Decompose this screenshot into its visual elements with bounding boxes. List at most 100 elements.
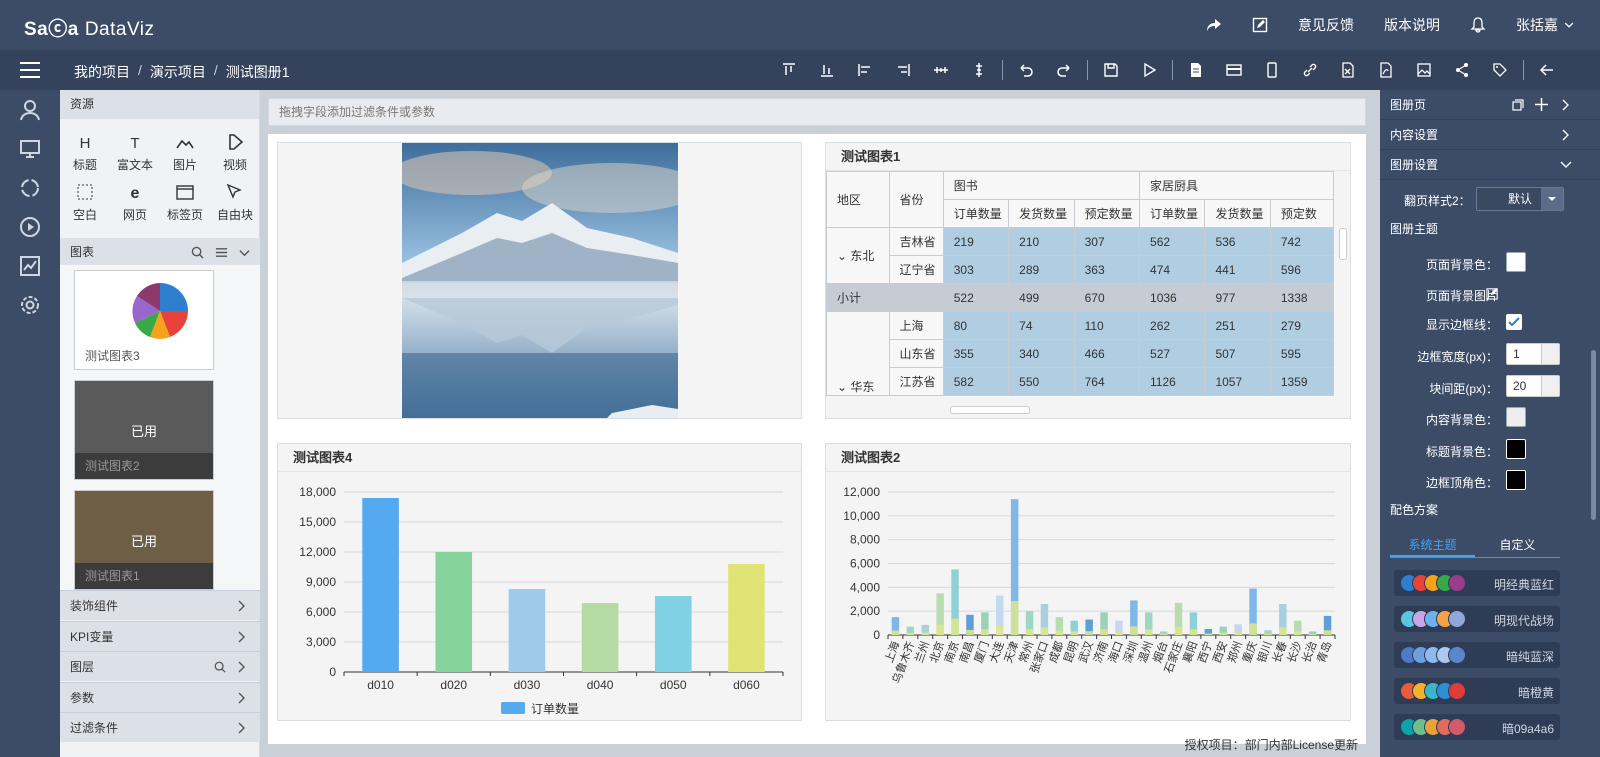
undo-icon[interactable] xyxy=(1007,50,1045,90)
resource-video[interactable]: 视频 xyxy=(210,131,260,173)
menu-icon[interactable] xyxy=(18,58,42,82)
flip-style-select[interactable]: 默认 xyxy=(1476,187,1564,211)
align-right-icon[interactable] xyxy=(884,50,922,90)
chart-card-2[interactable]: 测试图表2 0 2,000 4,000 6,000 8,000 10,000 12,000 上… xyxy=(825,443,1351,721)
copy-icon[interactable] xyxy=(1512,99,1524,111)
tag-icon[interactable] xyxy=(1481,50,1519,90)
app-logo[interactable]: Saⓒa DataViz xyxy=(24,14,155,41)
chevron-down-icon[interactable]: ⌄ xyxy=(837,249,847,263)
palette-option[interactable]: 明经典蓝红 xyxy=(1394,570,1560,596)
crumb-my-projects[interactable]: 我的项目 xyxy=(74,62,130,82)
atlas-settings-row[interactable]: 图册设置 xyxy=(1380,150,1600,180)
palette-option[interactable]: 暗纯蓝深 xyxy=(1394,642,1560,668)
edit-icon[interactable] xyxy=(1252,17,1268,33)
section-1[interactable]: 装饰组件 xyxy=(60,590,260,620)
pivot-hscrollbar[interactable] xyxy=(950,406,1030,414)
border-corner-swatch[interactable] xyxy=(1506,470,1526,490)
align-left-icon[interactable] xyxy=(846,50,884,90)
chart-thumb-3[interactable]: 测试图表3 xyxy=(74,270,214,370)
chevron-right-icon[interactable] xyxy=(1560,99,1572,111)
play-icon[interactable] xyxy=(1130,50,1168,90)
resource-heading[interactable]: H 标题 xyxy=(60,131,110,173)
back-icon[interactable] xyxy=(1528,50,1566,90)
play-circle-icon[interactable] xyxy=(18,215,42,239)
list-icon[interactable] xyxy=(215,246,228,259)
region-cell[interactable]: ⌄ 东北 xyxy=(826,227,890,284)
distribute-h-icon[interactable] xyxy=(922,50,960,90)
search-icon[interactable] xyxy=(191,246,204,259)
resource-blank[interactable]: 空白 xyxy=(60,181,110,223)
legend-label: 订单数量 xyxy=(531,701,579,716)
chevron-right-icon xyxy=(238,661,245,673)
resource-freeblock[interactable]: 自由块 xyxy=(210,181,260,223)
resource-webpage[interactable]: e 网页 xyxy=(110,181,160,223)
pdf-icon[interactable] xyxy=(1367,50,1405,90)
resource-richtext[interactable]: T 富文本 xyxy=(110,131,160,173)
title-bg-swatch[interactable] xyxy=(1506,439,1526,459)
chevron-down-icon[interactable] xyxy=(239,247,250,258)
section-5[interactable]: 过滤条件 xyxy=(60,712,260,742)
excel-icon[interactable] xyxy=(1329,50,1367,90)
bar-segment xyxy=(891,630,900,635)
resource-picture[interactable]: 图片 xyxy=(160,131,210,173)
palette-option[interactable]: 暗09a4a6 xyxy=(1394,714,1560,740)
redo-icon[interactable] xyxy=(1045,50,1083,90)
chevron-down-icon[interactable]: ⌄ xyxy=(837,380,847,394)
crumb-demo-project[interactable]: 演示项目 xyxy=(150,62,206,82)
pivot-viewport[interactable]: 地区 省份 图书 家居厨具 订单数量 发货数量 预定数量 订单数量 发货数量 预定数 ⌄ 东北 吉林省… xyxy=(826,171,1334,401)
refresh-icon[interactable] xyxy=(18,176,42,200)
crumb-current-atlas: 测试图册1 xyxy=(225,64,290,80)
pivot-vscrollbar[interactable] xyxy=(1339,228,1347,260)
add-icon[interactable] xyxy=(1535,98,1548,111)
chart-thumb-2[interactable]: 已用 测试图表2 xyxy=(74,380,214,480)
pivot-group-header: 家居厨具 xyxy=(1139,171,1334,200)
save-icon[interactable] xyxy=(1092,50,1130,90)
distribute-v-icon[interactable] xyxy=(960,50,998,90)
align-bottom-icon[interactable] xyxy=(808,50,846,90)
align-top-icon[interactable] xyxy=(770,50,808,90)
right-panel-scrollbar[interactable] xyxy=(1591,350,1596,520)
x-tick-label: d020 xyxy=(440,678,467,692)
chart-card-4[interactable]: 测试图表4 0 3,000 6,000 9,000 12,000 15,000 18,000… xyxy=(277,443,802,721)
monitor-icon[interactable] xyxy=(18,137,42,161)
section-2[interactable]: KPI变量 xyxy=(60,621,260,651)
pivot-table-card[interactable]: 测试图表1 地区 省份 图书 家居厨具 订单数量 发货数量 预定数量 订单数量 发货数量 预定数 ⌄… xyxy=(825,142,1351,419)
image-icon[interactable] xyxy=(1405,50,1443,90)
search-icon[interactable] xyxy=(214,661,226,673)
link-icon[interactable] xyxy=(1291,50,1329,90)
image-card[interactable] xyxy=(277,142,802,419)
chart-thumb-1[interactable]: 已用 测试图表1 xyxy=(74,490,214,590)
content-bg-swatch[interactable] xyxy=(1506,407,1526,427)
border-width-stepper[interactable]: 1 xyxy=(1506,343,1560,365)
value-cell: 1036 xyxy=(1139,283,1206,312)
region-cell[interactable]: ⌄ 华东 xyxy=(826,311,890,396)
feedback-link[interactable]: 意见反馈 xyxy=(1298,15,1354,35)
filter-drop-zone[interactable]: 拖拽字段添加过滤条件或参数 xyxy=(268,98,1366,126)
resource-tabpage[interactable]: 标签页 xyxy=(160,181,210,223)
card-icon[interactable] xyxy=(1215,50,1253,90)
section-4[interactable]: 参数 xyxy=(60,682,260,712)
user-icon[interactable] xyxy=(18,98,42,122)
chevron-down-icon xyxy=(1564,20,1574,30)
mobile-icon[interactable] xyxy=(1253,50,1291,90)
chart-line-icon[interactable] xyxy=(18,254,42,278)
settings-gear-icon[interactable] xyxy=(18,293,42,317)
user-menu[interactable]: 张括嘉 xyxy=(1516,15,1574,35)
palette-option[interactable]: 明现代战场 xyxy=(1394,606,1560,632)
page-icon[interactable] xyxy=(1177,50,1215,90)
tab-custom[interactable]: 自定义 xyxy=(1475,534,1560,557)
version-link[interactable]: 版本说明 xyxy=(1384,15,1440,35)
content-settings-row[interactable]: 内容设置 xyxy=(1380,120,1600,150)
edit-icon[interactable] xyxy=(1486,287,1499,300)
block-spacing-stepper[interactable]: 20 xyxy=(1506,375,1560,397)
section-3[interactable]: 图层 xyxy=(60,651,260,681)
bell-icon[interactable] xyxy=(1470,17,1486,33)
palette-option[interactable]: 暗橙黄 xyxy=(1394,678,1560,704)
page-bg-color-swatch[interactable] xyxy=(1506,252,1526,272)
share-icon[interactable] xyxy=(1206,17,1222,33)
share-icon[interactable] xyxy=(1443,50,1481,90)
show-border-checkbox[interactable] xyxy=(1506,314,1522,330)
tab-system-theme[interactable]: 系统主题 xyxy=(1390,534,1475,557)
atlas-page-row[interactable]: 图册页 xyxy=(1380,90,1600,120)
pivot-measure-header: 发货数量 xyxy=(1204,199,1271,228)
